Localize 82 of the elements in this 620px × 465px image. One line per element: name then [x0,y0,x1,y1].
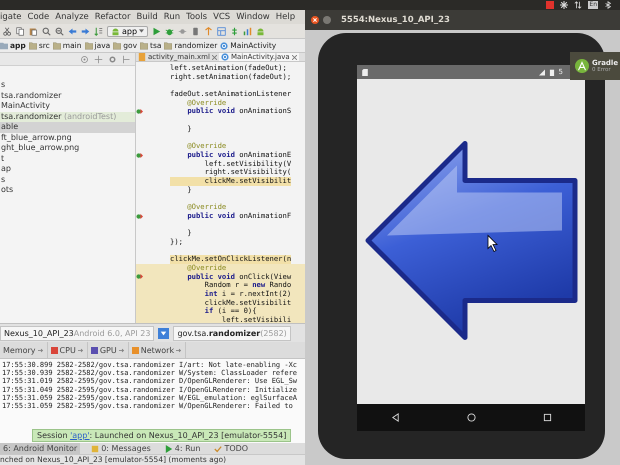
menu-item[interactable]: Run [164,12,180,22]
run-config-dropdown[interactable]: app [107,26,148,36]
menu-item[interactable]: Analyze [55,12,89,22]
tool-window-tab[interactable]: 4: Run [162,443,204,454]
search-icon[interactable] [42,26,51,36]
expand-arrow-icon [118,348,125,352]
tool-window-tab[interactable]: 6: Android Monitor [0,443,80,454]
structure-icon[interactable] [217,26,226,36]
sort-icon[interactable] [94,26,103,36]
tree-item[interactable]: s [0,80,135,90]
up-down-arrows-icon[interactable] [574,1,582,9]
tree-item[interactable]: ap [0,164,135,174]
menu-item[interactable]: Code [28,12,50,22]
tree-item[interactable]: ft_blue_arrow.png [0,132,135,143]
home-icon[interactable] [466,413,476,422]
studio-logo-icon [575,59,589,73]
bluetooth-icon[interactable] [604,1,612,9]
tree-item[interactable]: ght_blue_arrow.png [0,143,135,154]
folder-icon [140,42,148,50]
copy-icon[interactable] [16,26,25,36]
override-marker-icon[interactable] [136,212,143,220]
recents-icon[interactable] [542,413,552,422]
monitor-tab[interactable]: GPU [88,342,129,358]
target-icon[interactable] [80,54,89,64]
caret-icon [139,29,144,33]
override-marker-icon[interactable] [136,152,143,159]
menu-item[interactable]: VCS [213,12,230,22]
monitor-tab[interactable]: Memory [0,342,48,358]
record-indicator-icon[interactable] [546,1,554,9]
override-marker-icon[interactable] [136,273,143,280]
tree-item[interactable]: tsa.randomizer (androidTest) [0,112,135,122]
mouse-pointer-icon [488,234,498,252]
chart-icon[interactable] [243,26,252,36]
folder-icon [113,42,122,50]
tree-item[interactable]: tsa.randomizer [0,90,135,101]
monitor-tab[interactable]: CPU [48,342,88,358]
messages-icon [91,444,100,452]
minimize-icon[interactable] [323,16,331,24]
back-icon[interactable] [390,413,400,422]
monitor-tab[interactable]: Network [128,342,186,358]
expand-arrow-icon [176,348,182,352]
menu-item[interactable]: Refactor [94,12,130,22]
back-arrow-icon[interactable] [68,26,77,36]
android-icon [111,26,120,36]
module-folder-icon [0,42,8,50]
run-icon[interactable] [152,26,162,36]
tree-item[interactable]: able [0,122,135,132]
signal-icon [538,68,545,76]
tool-window-tab[interactable]: 0: Messages [88,443,154,454]
sd-card-icon [362,68,368,76]
window-title: 5554:Nexus_10_API_23 [341,15,450,25]
expand-arrow-icon [78,348,84,352]
scissors-icon[interactable] [3,26,12,36]
tree-item[interactable]: s [0,174,135,185]
forward-arrow-icon[interactable] [81,26,90,36]
bug-icon[interactable] [165,26,174,36]
menu-item[interactable]: Help [276,12,296,22]
tree-item[interactable]: t [0,154,135,164]
menu-item[interactable]: Window [236,12,270,22]
battery-icon [548,68,555,76]
session-message: Session 'app': Launched on Nexus_10_API_23 [emulator-5554] [37,431,286,440]
folder-icon [164,42,172,50]
expand-arrow-icon [38,348,44,352]
paste-icon[interactable] [29,26,38,36]
tree-item[interactable]: ots [0,185,135,196]
override-marker-icon[interactable] [136,108,143,116]
device-dropdown[interactable]: Nexus_10_API_23Android 6.0, API 23 [0,326,154,340]
folder-icon [84,42,93,50]
folder-icon [28,42,37,50]
device-icon[interactable] [191,26,200,36]
folder-icon [52,42,61,50]
process-dropdown[interactable]: gov.tsa.randomizer(2582) [173,326,291,340]
menu-item[interactable]: igate [0,12,22,22]
menu-item[interactable]: Tools [186,12,208,22]
dropdown-button-icon[interactable] [158,328,170,338]
todo-icon [214,444,222,452]
android-icon[interactable] [256,26,266,36]
app-link[interactable]: 'app' [70,431,90,440]
tool-window-tab[interactable]: TODO [211,443,252,454]
tree-item[interactable]: MainActivity [0,101,135,112]
menu-item[interactable]: Build [136,12,158,22]
xml-file-icon [138,53,146,61]
